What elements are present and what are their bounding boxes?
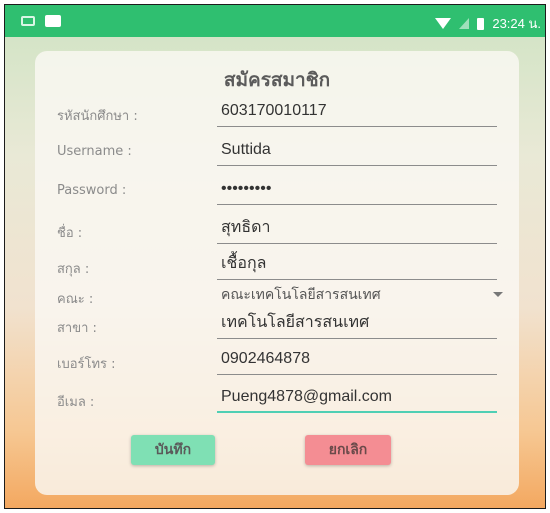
major-field[interactable]: เทคโนโลยีสารสนเทศ	[217, 311, 497, 339]
last-name-row: สกุล : เชื้อกุล	[35, 252, 519, 282]
username-label: Username :	[57, 144, 132, 159]
faculty-select[interactable]: คณะเทคโนโลยีสารสนเทศ	[217, 282, 503, 310]
faculty-row: คณะ : คณะเทคโนโลยีสารสนเทศ	[35, 282, 519, 312]
major-label: สาขา :	[57, 321, 97, 336]
phone-screen: 23:24 น. สมัครสมาชิก รหัสนักศึกษา : 6031…	[4, 4, 546, 509]
notification-icon	[21, 16, 35, 26]
phone-row: เบอร์โทร : 0902464878	[35, 347, 519, 377]
phone-field[interactable]: 0902464878	[217, 347, 497, 375]
chevron-down-icon	[493, 292, 503, 297]
signal-icon	[459, 18, 470, 29]
student-id-label: รหัสนักศึกษา :	[57, 109, 138, 124]
faculty-label: คณะ :	[57, 292, 94, 307]
email-row: อีเมล : Pueng4878@gmail.com	[35, 385, 519, 415]
username-field[interactable]: Suttida	[217, 138, 497, 166]
email-field[interactable]: Pueng4878@gmail.com	[217, 385, 497, 413]
first-name-row: ชื่อ : สุทธิดา	[35, 216, 519, 246]
status-time: 23:24 น.	[492, 16, 541, 31]
faculty-selected-value: คณะเทคโนโลยีสารสนเทศ	[221, 286, 381, 302]
email-label: อีเมล :	[57, 395, 95, 410]
save-button[interactable]: บันทึก	[131, 435, 215, 465]
status-bar: 23:24 น.	[5, 5, 545, 37]
register-form: สมัครสมาชิก รหัสนักศึกษา : 603170010117 …	[35, 51, 519, 495]
last-name-label: สกุล :	[57, 262, 90, 277]
battery-icon	[477, 17, 485, 30]
student-id-field[interactable]: 603170010117	[217, 99, 497, 127]
password-label: Password :	[57, 183, 127, 198]
password-row: Password : •••••••••	[35, 177, 519, 207]
first-name-field[interactable]: สุทธิดา	[217, 216, 497, 244]
major-row: สาขา : เทคโนโลยีสารสนเทศ	[35, 311, 519, 341]
cancel-button[interactable]: ยกเลิก	[305, 435, 391, 465]
phone-label: เบอร์โทร :	[57, 357, 116, 372]
last-name-field[interactable]: เชื้อกุล	[217, 252, 497, 280]
image-icon	[45, 15, 61, 27]
wifi-icon	[435, 18, 452, 29]
page-title: สมัครสมาชิก	[223, 69, 331, 91]
password-field[interactable]: •••••••••	[217, 177, 497, 205]
first-name-label: ชื่อ :	[57, 226, 83, 241]
student-id-row: รหัสนักศึกษา : 603170010117	[35, 99, 519, 129]
username-row: Username : Suttida	[35, 138, 519, 168]
